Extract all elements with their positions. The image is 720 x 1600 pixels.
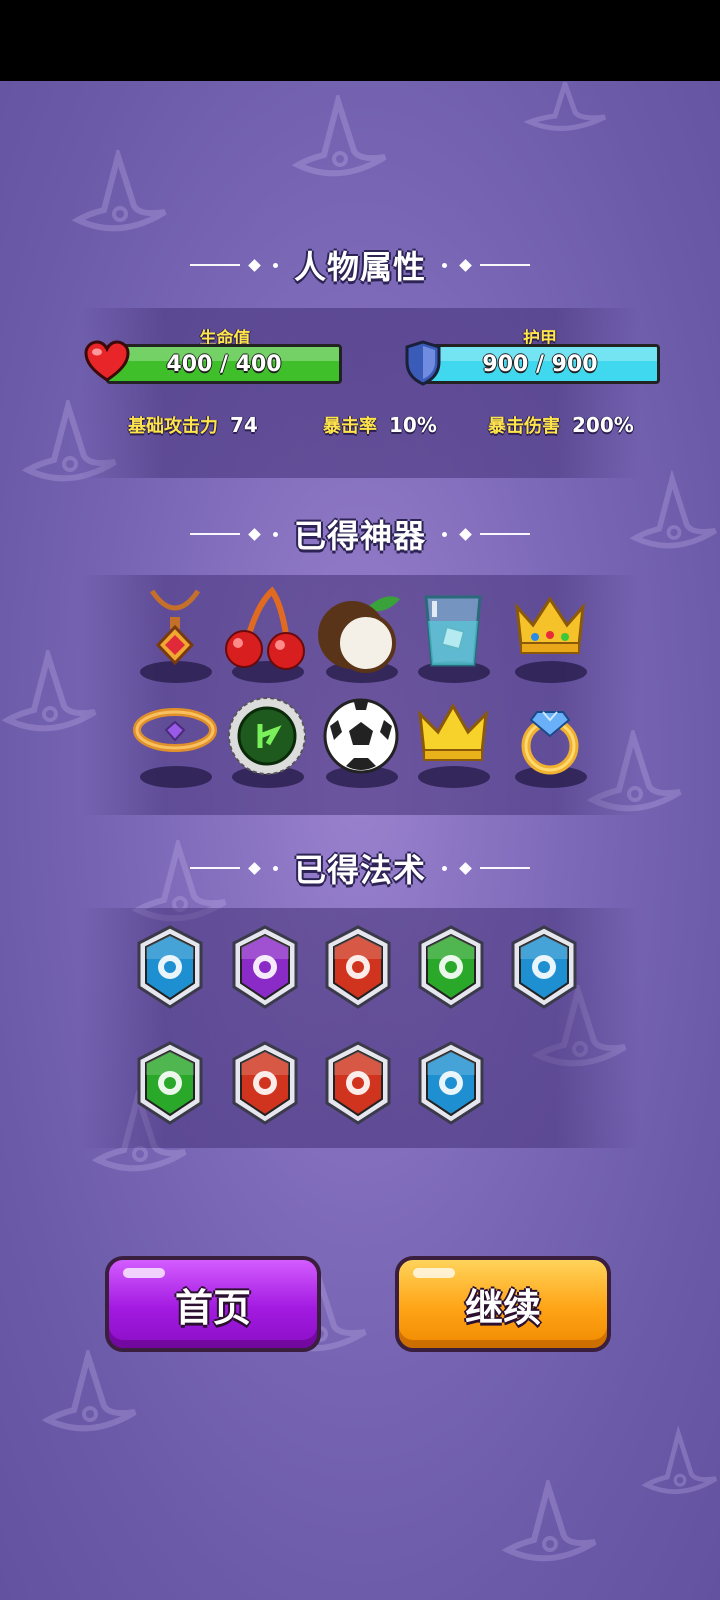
spell-badge[interactable] [135, 1041, 205, 1125]
artifact-gold-crown[interactable] [408, 690, 498, 790]
artifact-coconut[interactable] [316, 585, 406, 685]
pendant-necklace-icon [149, 589, 201, 666]
stat-label: 暴击率 [323, 416, 377, 437]
continue-button[interactable]: 继续 [395, 1256, 611, 1352]
wizard-hat-icon [290, 95, 390, 185]
artifact-cherries[interactable] [222, 585, 312, 685]
shield-icon [404, 340, 442, 390]
heart-icon [84, 340, 130, 388]
ice-water-glass-icon [424, 595, 482, 667]
gold-crown-icon [418, 702, 488, 761]
stat-label: 基础攻击力 [128, 416, 218, 437]
artifact-pendant[interactable] [130, 585, 220, 685]
stat-crit-rate: 暴击率 10% [323, 412, 437, 438]
spell-badge[interactable] [416, 1041, 486, 1125]
home-button[interactable]: 首页 [105, 1256, 321, 1352]
coconut-icon [318, 596, 400, 673]
attributes-section-title: 人物属性 [0, 240, 720, 290]
spell-badge[interactable] [509, 925, 579, 1009]
poison-burst-shield-icon [137, 1041, 203, 1125]
wizard-hat-icon [640, 1420, 720, 1510]
attributes-title: 人物属性 [293, 248, 426, 286]
spell-badge[interactable] [230, 925, 300, 1009]
spell-badge[interactable] [323, 925, 393, 1009]
fast-forward-shield-icon [418, 925, 484, 1009]
armor-bar: 900 / 900 [420, 344, 660, 384]
cherries-icon [225, 586, 305, 670]
artifact-bracelet[interactable] [130, 690, 220, 790]
wizard-hat-icon [520, 82, 610, 132]
artifact-spiked-gear[interactable] [222, 690, 312, 790]
spiked-gear-icon [228, 697, 306, 775]
artifact-diamond-ring[interactable] [505, 690, 595, 790]
boot-shield-icon [137, 925, 203, 1009]
fire-burst-shield-icon [325, 925, 391, 1009]
stat-value: 74 [230, 413, 258, 437]
armor-value: 900 / 900 [482, 351, 598, 377]
spell-badge[interactable] [230, 1041, 300, 1125]
soccer-ball-icon [323, 698, 399, 774]
wizard-hat-icon [70, 150, 170, 240]
frost-burst-shield-icon [418, 1041, 484, 1125]
cross-shield-icon [511, 925, 577, 1009]
diamond-ring-icon [521, 711, 579, 775]
artifact-ice-water[interactable] [408, 585, 498, 685]
gem-bracelet-icon [133, 708, 217, 752]
fireball-shield-icon [325, 1041, 391, 1125]
wizard-hat-icon [40, 1350, 140, 1440]
spells-title: 已得法术 [293, 851, 426, 889]
stat-base-attack: 基础攻击力 74 [128, 412, 258, 438]
stat-value: 200% [572, 413, 634, 437]
continue-button-label: 继续 [464, 1285, 541, 1330]
stat-crit-damage: 暴击伤害 200% [488, 412, 634, 438]
spells-section-title: 已得法术 [0, 843, 720, 893]
thermometer-shield-icon [232, 925, 298, 1009]
stat-value: 10% [389, 413, 437, 437]
status-bar [0, 0, 720, 81]
artifact-soccer-ball[interactable] [316, 690, 406, 790]
flame-ring-shield-icon [232, 1041, 298, 1125]
hp-value: 400 / 400 [166, 351, 282, 377]
artifact-jeweled-crown[interactable] [505, 585, 595, 685]
spell-badge[interactable] [416, 925, 486, 1009]
home-button-label: 首页 [174, 1285, 251, 1330]
jeweled-crown-icon [515, 596, 585, 654]
wizard-hat-icon [500, 1480, 600, 1570]
artifacts-section-title: 已得神器 [0, 509, 720, 559]
artifacts-title: 已得神器 [293, 517, 426, 555]
spell-badge[interactable] [135, 925, 205, 1009]
stat-label: 暴击伤害 [488, 416, 560, 437]
spell-badge[interactable] [323, 1041, 393, 1125]
hp-bar: 400 / 400 [106, 344, 342, 384]
